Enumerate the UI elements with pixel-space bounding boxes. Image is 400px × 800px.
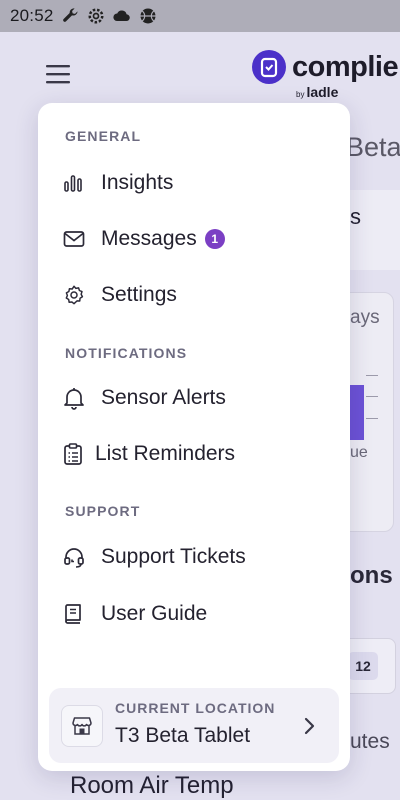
menu-icon[interactable] (44, 62, 74, 88)
nav-item-label: Insights (101, 171, 174, 194)
bar-chart-icon (63, 171, 91, 195)
current-location-selector[interactable]: CURRENT LOCATION T3 Beta Tablet (49, 688, 339, 763)
brand-name: complie (292, 50, 399, 83)
gear-icon (63, 283, 91, 307)
nav-item-insights[interactable]: Insights (63, 168, 173, 198)
ball-icon (140, 8, 156, 24)
navigation-drawer: GENERAL Insights Messages 1 Settings NOT… (38, 103, 350, 771)
mail-icon (63, 227, 91, 251)
messages-count-badge: 1 (204, 229, 225, 249)
cloud-icon (112, 10, 130, 22)
store-icon (61, 705, 103, 747)
section-support: SUPPORT (65, 503, 141, 519)
headset-icon (63, 545, 91, 569)
bell-icon (63, 386, 91, 410)
nav-item-label: User Guide (101, 602, 208, 625)
bg-grid-line (366, 396, 378, 397)
location-caption: CURRENT LOCATION (115, 700, 276, 716)
status-bar: 20:52 (0, 0, 400, 32)
nav-item-label: Messages (101, 227, 197, 250)
bg-page-title: Beta (346, 132, 400, 162)
nav-item-label: List Reminders (95, 442, 236, 465)
location-value: T3 Beta Tablet (115, 724, 251, 747)
gear-icon (88, 8, 104, 24)
bg-chart-caption: ays (350, 307, 380, 328)
nav-item-messages[interactable]: Messages 1 (63, 224, 225, 254)
bg-room-label: Room Air Temp (70, 772, 234, 799)
brand-sub-by: by (296, 90, 305, 99)
wrench-icon (62, 8, 78, 22)
bg-section-title: ons (350, 562, 393, 589)
status-time: 20:52 (10, 6, 54, 25)
bg-grid-line (366, 418, 378, 419)
nav-item-settings[interactable]: Settings (63, 280, 177, 310)
bg-minutes: utes (350, 730, 390, 753)
brand-subtitle: by ladle (296, 84, 338, 100)
nav-item-label: Sensor Alerts (101, 386, 226, 409)
nav-item-list-reminders[interactable]: List Reminders (63, 439, 235, 469)
nav-item-sensor-alerts[interactable]: Sensor Alerts (63, 383, 226, 413)
bg-count: 12 (348, 652, 378, 680)
brand-mark-icon (252, 50, 286, 84)
bg-card-text: s (350, 204, 361, 229)
section-general: GENERAL (65, 128, 142, 144)
nav-item-label: Support Tickets (101, 545, 246, 568)
nav-item-support-tickets[interactable]: Support Tickets (63, 542, 246, 572)
nav-item-user-guide[interactable]: User Guide (63, 599, 207, 629)
bg-grid-line (366, 375, 378, 376)
book-icon (63, 602, 91, 626)
bg-chart-footer: ue (350, 444, 368, 461)
clipboard-list-icon (63, 442, 85, 466)
bg-chart-bar (350, 385, 364, 440)
section-notifications: NOTIFICATIONS (65, 345, 188, 361)
brand-logo: complie (252, 50, 399, 84)
chevron-right-icon (304, 717, 315, 735)
brand-sub: ladle (306, 84, 339, 100)
nav-item-label: Settings (101, 283, 177, 306)
